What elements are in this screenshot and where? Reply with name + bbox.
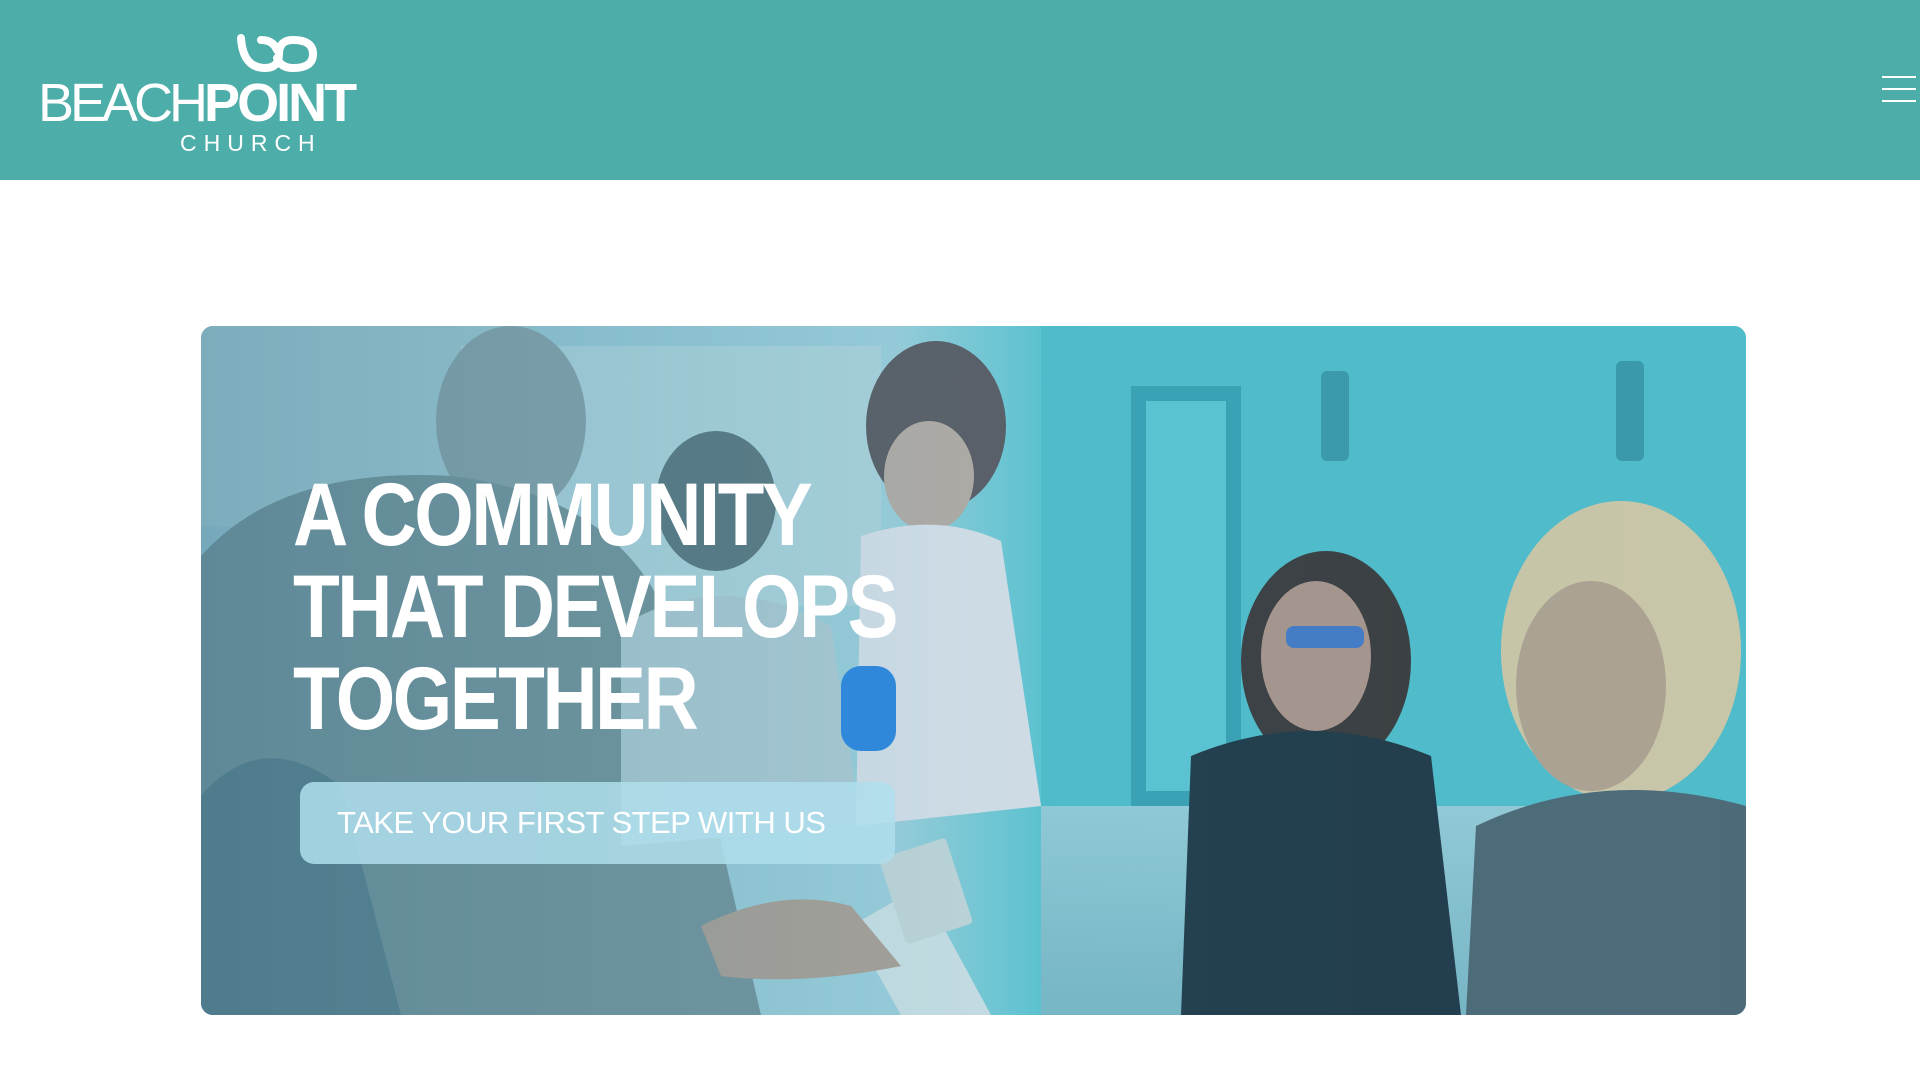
- logo-word-beach: BEACH: [38, 73, 208, 133]
- logo-word-point: POINT: [204, 73, 357, 133]
- first-step-cta-button[interactable]: TAKE YOUR FIRST STEP WITH US: [300, 782, 895, 864]
- logo-subtitle: CHURCH: [180, 130, 322, 156]
- site-header: BEACHPOINT CHURCH: [0, 0, 1920, 180]
- site-logo[interactable]: BEACHPOINT CHURCH: [38, 30, 357, 156]
- logo-mark-icon: [237, 34, 318, 73]
- headline-line-3: TOGETHER: [293, 648, 699, 748]
- headline-line-2: THAT DEVELOPS: [293, 556, 899, 656]
- hero-banner: A COMMUNITY THAT DEVELOPS TOGETHER TAKE …: [201, 326, 1746, 1015]
- hamburger-menu-icon[interactable]: [1876, 72, 1916, 106]
- hero-headline: A COMMUNITY THAT DEVELOPS TOGETHER: [293, 464, 899, 748]
- headline-line-1: A COMMUNITY: [293, 464, 813, 564]
- logo-wordmark: BEACHPOINT: [38, 73, 357, 133]
